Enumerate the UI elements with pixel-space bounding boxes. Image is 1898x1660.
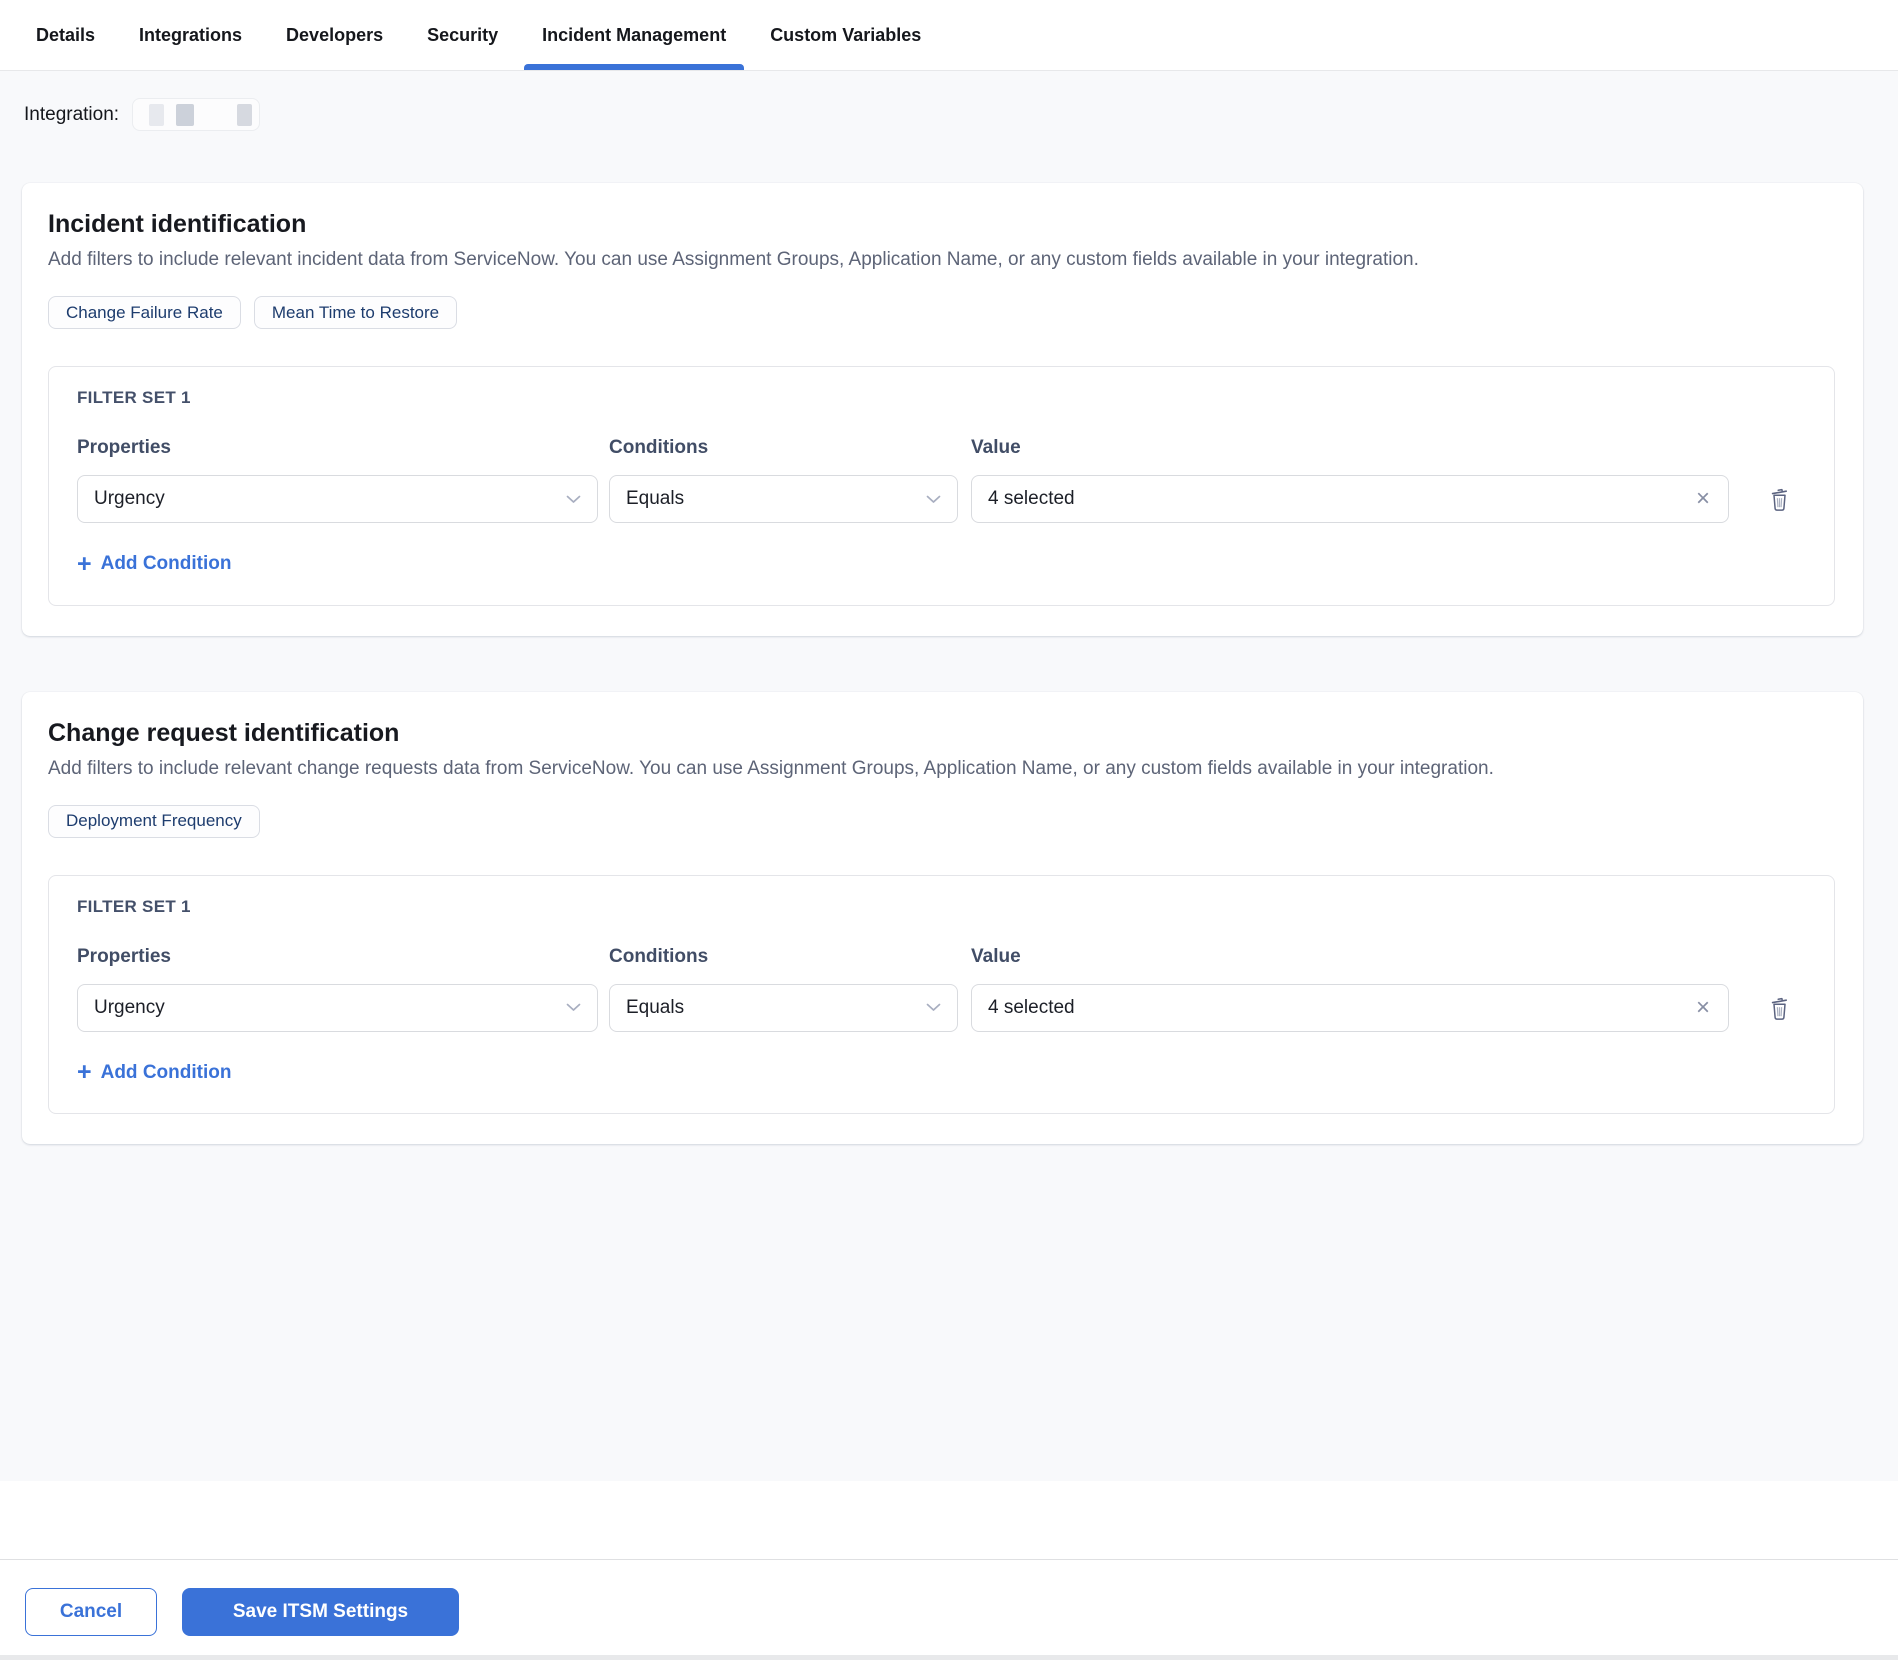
redacted-block [236,103,253,126]
tab-bar: Details Integrations Developers Security… [0,0,1898,71]
add-condition-button[interactable]: + Add Condition [77,1058,232,1086]
tab-label: Security [427,24,499,45]
tab-security[interactable]: Security [405,0,520,70]
add-condition-label: Add Condition [100,553,232,574]
clear-value-button[interactable]: × [1694,487,1712,511]
filter-set-title: FILTER SET 1 [77,388,191,407]
tab-label: Custom Variables [770,24,922,45]
tab-label: Integrations [139,24,243,45]
property-select-value: Urgency [94,488,165,509]
section-title: Incident identification [48,210,307,238]
chip-mean-time-to-restore: Mean Time to Restore [253,296,458,329]
tab-details[interactable]: Details [14,0,117,70]
footer-action-bar: Cancel Save ITSM Settings [0,1559,1898,1659]
condition-row: Urgency Equals 4 selected × [77,983,1806,1032]
section-description: Add filters to include relevant incident… [48,249,1419,270]
condition-select[interactable]: Equals [609,475,958,523]
chevron-down-icon [566,495,581,503]
footer-spacer [0,1481,1898,1559]
cancel-button[interactable]: Cancel [25,1588,157,1636]
tab-label: Developers [286,24,384,45]
redacted-block [149,103,165,126]
column-headers: Properties Conditions Value [77,946,1806,968]
value-multiselect[interactable]: 4 selected × [971,475,1729,523]
incident-identification-card: Incident identification Add filters to i… [22,183,1863,636]
column-header-conditions: Conditions [609,437,709,458]
column-header-value: Value [971,437,1021,458]
tab-integrations[interactable]: Integrations [117,0,264,70]
trash-icon [1771,997,1787,1020]
chevron-down-icon [926,495,941,503]
bottom-edge-strip [0,1655,1898,1660]
chip-change-failure-rate: Change Failure Rate [48,296,241,329]
value-multiselect[interactable]: 4 selected × [971,983,1729,1032]
trash-icon [1771,488,1787,511]
filter-set: FILTER SET 1 Properties Conditions Value… [48,366,1835,606]
tab-label: Details [36,24,96,45]
add-condition-label: Add Condition [100,1061,232,1083]
integration-label: Integration: [24,103,120,125]
chevron-down-icon [926,1003,941,1011]
column-header-conditions: Conditions [609,945,709,967]
property-select[interactable]: Urgency [77,983,598,1032]
property-select-value: Urgency [94,996,165,1018]
change-request-identification-card: Change request identification Add filter… [22,691,1863,1144]
save-itsm-settings-button[interactable]: Save ITSM Settings [182,1588,459,1636]
condition-row: Urgency Equals 4 selected × [77,475,1806,523]
section-title: Change request identification [48,718,400,747]
value-multiselect-summary: 4 selected [988,488,1075,509]
incident-management-panel: Integration: Incident identification Add… [0,71,1898,1481]
redacted-block [176,103,194,126]
delete-condition-button[interactable] [1766,484,1793,514]
tab-custom-variables[interactable]: Custom Variables [748,0,943,70]
filter-set: FILTER SET 1 Properties Conditions Value… [48,874,1835,1114]
tab-developers[interactable]: Developers [264,0,405,70]
filter-set-title: FILTER SET 1 [77,896,191,916]
column-headers: Properties Conditions Value [77,437,1806,459]
clear-value-button[interactable]: × [1694,995,1712,1020]
condition-select[interactable]: Equals [609,983,958,1032]
chip-deployment-frequency: Deployment Frequency [48,804,260,838]
add-condition-button[interactable]: + Add Condition [77,549,232,578]
value-multiselect-summary: 4 selected [988,996,1075,1018]
section-description: Add filters to include relevant change r… [48,757,1494,779]
plus-icon: + [77,1058,92,1086]
integration-row: Integration: [24,98,1898,131]
tab-label: Incident Management [542,24,727,45]
condition-select-value: Equals [626,488,685,509]
column-header-properties: Properties [77,437,171,458]
delete-condition-button[interactable] [1766,993,1793,1023]
metric-chip-row: Change Failure Rate Mean Time to Restore [48,296,1835,329]
condition-select-value: Equals [626,996,685,1018]
plus-icon: + [77,549,92,578]
property-select[interactable]: Urgency [77,475,598,523]
integration-value-redacted [132,98,261,131]
active-tab-indicator [524,64,745,70]
metric-chip-row: Deployment Frequency [48,804,1835,838]
column-header-value: Value [971,945,1021,967]
column-header-properties: Properties [77,945,171,967]
tab-incident-management[interactable]: Incident Management [520,0,748,70]
chevron-down-icon [566,1003,581,1011]
